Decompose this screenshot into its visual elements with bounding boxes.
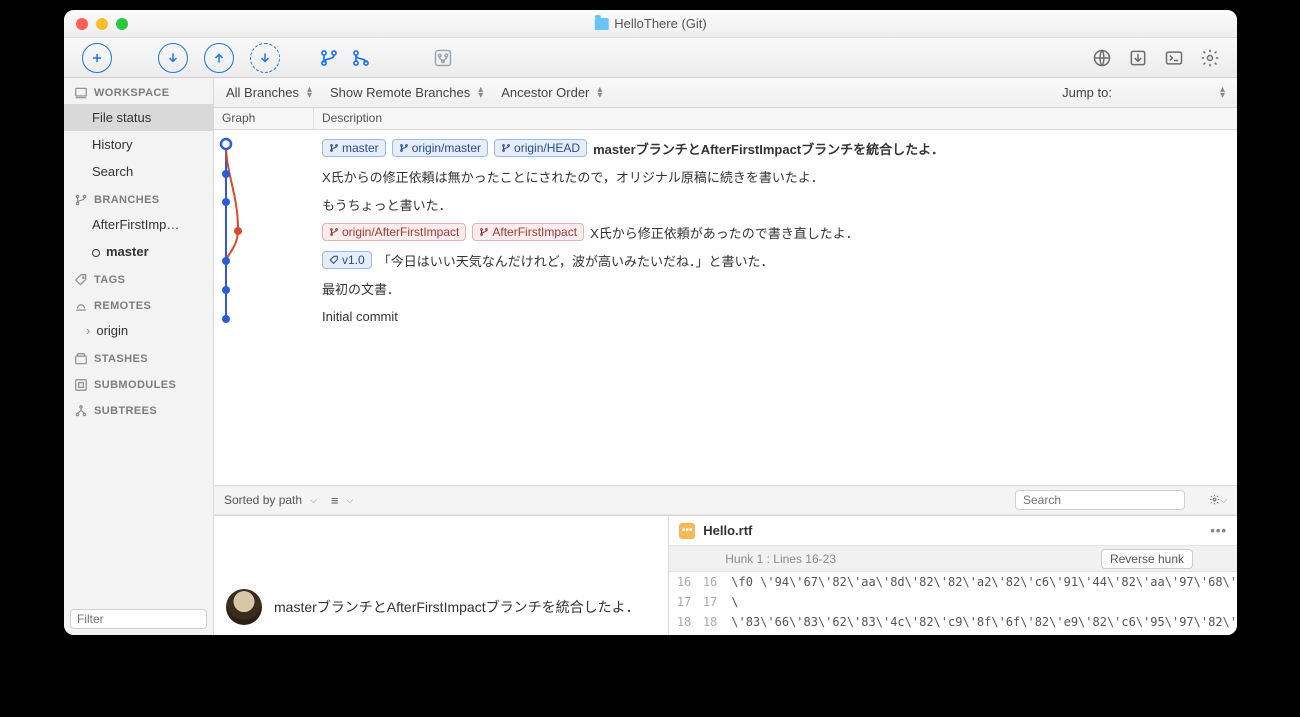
remote-branches-dropdown[interactable]: Show Remote Branches▴▾ — [330, 85, 483, 100]
branch-badge[interactable]: origin/master — [392, 139, 488, 157]
titlebar: HelloThere (Git) — [64, 10, 1237, 38]
sidebar-item-history[interactable]: History — [64, 131, 213, 158]
remote-hosting-button[interactable] — [1091, 47, 1113, 69]
author-avatar — [226, 589, 262, 625]
commit-message: 最初の文書． — [322, 279, 400, 298]
reverse-hunk-button[interactable]: Reverse hunk — [1101, 549, 1193, 569]
branch-button[interactable] — [318, 47, 340, 69]
col-description[interactable]: Description — [314, 108, 1237, 129]
commit-row[interactable]: もうちょっと書いた． — [314, 190, 1237, 218]
branch-badge[interactable]: master — [322, 139, 386, 157]
branch-badge[interactable]: AfterFirstImpact — [472, 223, 584, 241]
commit-detail-left: masterブランチとAfterFirstImpactブランチを統合したよ． — [214, 516, 669, 635]
file-options-button[interactable]: ••• — [1210, 523, 1227, 538]
commit-message: 「今日はいい天気なんだけれど，波が高いみたいだね．」と書いた． — [378, 251, 774, 270]
file-list-toolbar: Sorted by path ⌵ ≡ ⌵ ⌵ — [214, 485, 1237, 515]
window-title: HelloThere (Git) — [594, 16, 706, 31]
stash-button[interactable] — [1127, 47, 1149, 69]
sidebar-section-submodules[interactable]: SUBMODULES — [64, 370, 213, 396]
sidebar-filter[interactable] — [70, 609, 207, 629]
commit-row[interactable]: X氏からの修正依頼は無かったことにされたので，オリジナル原稿に続きを書いたよ． — [314, 162, 1237, 190]
commit-row[interactable]: Initial commit — [314, 302, 1237, 330]
filter-input[interactable] — [77, 612, 214, 626]
hunk-header: Hunk 1 : Lines 16-23 Reverse hunk — [669, 546, 1237, 572]
commit-button[interactable] — [82, 43, 112, 73]
settings-button[interactable] — [1199, 47, 1221, 69]
commit-row[interactable]: 最初の文書． — [314, 274, 1237, 302]
commit-message: masterブランチとAfterFirstImpactブランチを統合したよ． — [593, 139, 944, 158]
sidebar-section-stashes[interactable]: STASHES — [64, 344, 213, 370]
diff-filename: Hello.rtf — [703, 523, 752, 538]
terminal-button[interactable] — [1163, 47, 1185, 69]
diff-line: 1717\ — [669, 592, 1237, 612]
sidebar-section-remotes[interactable]: REMOTES — [64, 291, 213, 317]
push-button[interactable] — [204, 43, 234, 73]
diff-options-button[interactable]: ⌵ — [1209, 491, 1227, 509]
commit-message-text: masterブランチとAfterFirstImpactブランチを統合したよ． — [274, 597, 640, 617]
main-panel: All Branches▴▾ Show Remote Branches▴▾ An… — [214, 78, 1237, 635]
sidebar-remote-origin[interactable]: ›origin — [64, 317, 213, 344]
graph-column — [214, 130, 314, 485]
branch-badge[interactable]: origin/AfterFirstImpact — [322, 223, 466, 241]
commit-message: X氏から修正依頼があったので書き直したよ． — [590, 223, 859, 242]
commit-row[interactable]: origin/AfterFirstImpact AfterFirstImpact X… — [314, 218, 1237, 246]
current-branch-indicator-icon — [92, 249, 100, 257]
commit-message-row: masterブランチとAfterFirstImpactブランチを統合したよ． — [214, 579, 668, 635]
commit-filter-bar: All Branches▴▾ Show Remote Branches▴▾ An… — [214, 78, 1237, 108]
sidebar-branch-master[interactable]: master — [64, 238, 213, 265]
commit-message: X氏からの修正依頼は無かったことにされたので，オリジナル原稿に続きを書いたよ． — [322, 167, 824, 186]
sidebar-section-subtrees[interactable]: SUBTREES — [64, 396, 213, 422]
commit-column-header: Graph Description — [214, 108, 1237, 130]
fetch-button[interactable] — [250, 43, 280, 73]
commit-list: master origin/master origin/HEAD masterブランチ… — [214, 130, 1237, 485]
detail-panel: masterブランチとAfterFirstImpactブランチを統合したよ． •… — [214, 515, 1237, 635]
branch-badge[interactable]: origin/HEAD — [494, 139, 587, 157]
sidebar-section-tags[interactable]: TAGS — [64, 265, 213, 291]
diff-panel: ••• Hello.rtf ••• Hunk 1 : Lines 16-23 R… — [669, 516, 1237, 635]
sidebar: WORKSPACE File status History Search BRA… — [64, 78, 214, 635]
app-window: HelloThere (Git) WORKSPACE File status H… — [64, 10, 1237, 635]
tag-badge[interactable]: v1.0 — [322, 251, 372, 269]
remote-view-button[interactable] — [432, 47, 454, 69]
file-search-input[interactable] — [1023, 493, 1178, 507]
jump-to-dropdown[interactable]: Jump to:▴▾ — [1062, 85, 1225, 100]
commit-message: もうちょっと書いた． — [322, 195, 452, 214]
sidebar-section-workspace[interactable]: WORKSPACE — [64, 78, 213, 104]
commit-row[interactable]: v1.0 「今日はいい天気なんだけれど，波が高いみたいだね．」と書いた． — [314, 246, 1237, 274]
branches-filter-dropdown[interactable]: All Branches▴▾ — [226, 85, 312, 100]
diff-line: 1616\f0 \'94\'67\'82\'aa\'8d\'82\'82\'a2… — [669, 572, 1237, 592]
commit-message: Initial commit — [322, 309, 398, 324]
maximize-window-button[interactable] — [116, 18, 128, 30]
sort-dropdown[interactable]: Sorted by path ⌵ — [224, 493, 317, 507]
order-dropdown[interactable]: Ancestor Order▴▾ — [501, 85, 602, 100]
minimize-window-button[interactable] — [96, 18, 108, 30]
sidebar-item-search[interactable]: Search — [64, 158, 213, 185]
merge-button[interactable] — [350, 47, 372, 69]
view-mode-dropdown[interactable]: ≡ ⌵ — [331, 493, 353, 508]
folder-icon — [594, 18, 608, 30]
diff-line: 1818\'83\'66\'83\'62\'83\'4c\'82\'c9\'8f… — [669, 612, 1237, 632]
col-graph[interactable]: Graph — [214, 108, 314, 129]
pull-button[interactable] — [158, 43, 188, 73]
sidebar-branch-item[interactable]: AfterFirstImp… — [64, 211, 213, 238]
file-search[interactable] — [1015, 490, 1185, 510]
toolbar — [64, 38, 1237, 78]
sidebar-section-branches[interactable]: BRANCHES — [64, 185, 213, 211]
sidebar-item-file-status[interactable]: File status — [64, 104, 213, 131]
file-icon: ••• — [679, 523, 695, 539]
diff-file-header: ••• Hello.rtf ••• — [669, 516, 1237, 546]
commit-row[interactable]: master origin/master origin/HEAD masterブランチ… — [314, 134, 1237, 162]
diff-content: 1616\f0 \'94\'67\'82\'aa\'8d\'82\'82\'a2… — [669, 572, 1237, 632]
close-window-button[interactable] — [76, 18, 88, 30]
